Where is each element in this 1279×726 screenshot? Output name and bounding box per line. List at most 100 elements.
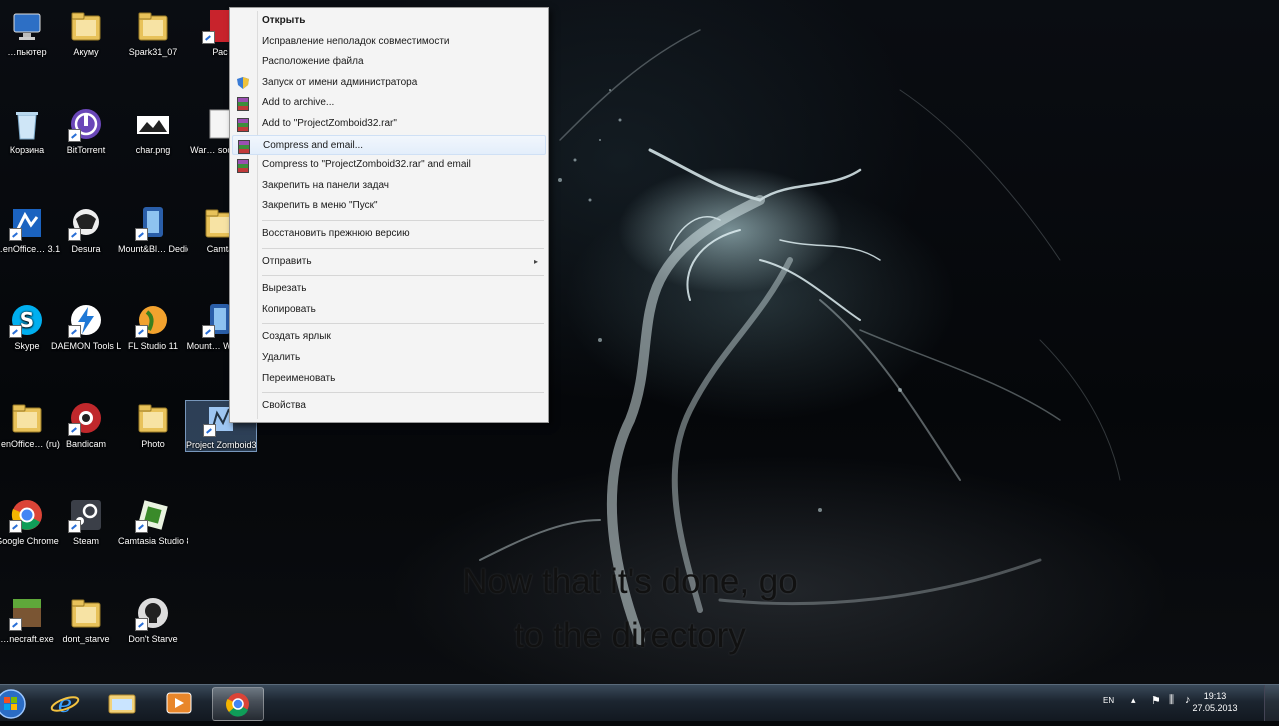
- desktop-icon-steam[interactable]: Steam: [51, 497, 121, 547]
- menu-item-1[interactable]: Исправление неполадок совместимости: [232, 32, 546, 52]
- openoffice-icon: [9, 205, 45, 241]
- minecraft-icon: [9, 595, 45, 631]
- menu-item-label: Add to archive...: [262, 97, 335, 109]
- winrar-icon: [237, 159, 249, 174]
- folder-icon: [135, 8, 171, 44]
- menu-item-11[interactable]: Отправить ▸: [232, 252, 546, 272]
- menu-item-label: Add to "ProjectZomboid32.rar": [262, 118, 397, 129]
- steam-icon: [68, 497, 104, 533]
- menu-item-label: Вырезать: [262, 283, 307, 295]
- taskbar-explorer[interactable]: [97, 687, 147, 719]
- menu-item-14[interactable]: Создать ярлык: [232, 327, 546, 347]
- menu-item-label: Переименовать: [262, 372, 336, 384]
- menu-item-15[interactable]: Удалить: [232, 348, 546, 368]
- shortcut-arrow-icon: [68, 129, 81, 142]
- shortcut-arrow-icon: [135, 228, 148, 241]
- menu-item-label: Исправление неполадок совместимости: [262, 35, 450, 47]
- desktop-icon-spark[interactable]: Spark31_07: [118, 8, 188, 58]
- camtasia-icon: [135, 497, 171, 533]
- bittorrent-icon: [68, 106, 104, 142]
- winrar-icon: [237, 97, 249, 112]
- winrar-icon: [238, 139, 250, 154]
- menu-item-label: Отправить: [262, 255, 312, 267]
- menu-item-13[interactable]: Копировать: [232, 300, 546, 320]
- desktop[interactable]: …пьютер Акуму Spark31_07 Рас Корзина BitTorre…: [0, 0, 1279, 684]
- bandicam-icon: [68, 400, 104, 436]
- desktop-icon-daemon[interactable]: DAEMON Tools Lite: [51, 302, 121, 352]
- menu-separator: [262, 220, 544, 221]
- menu-item-3[interactable]: Запуск от имени администратора: [232, 73, 546, 93]
- folder-icon: [68, 8, 104, 44]
- chrome-icon: [9, 497, 45, 533]
- chrome-icon: [226, 693, 249, 717]
- shortcut-arrow-icon: [203, 424, 216, 437]
- desktop-icon-desura[interactable]: Desura: [51, 205, 121, 255]
- clock-time: 19:13: [1203, 691, 1227, 701]
- shortcut-arrow-icon: [135, 618, 148, 631]
- menu-item-16[interactable]: Переименовать: [232, 369, 546, 389]
- desktop-icon-bandicam[interactable]: Bandicam: [51, 400, 121, 450]
- menu-item-6[interactable]: Compress and email...: [232, 134, 546, 155]
- desktop-icon-dontstarve[interactable]: Don't Starve: [118, 595, 188, 645]
- mountblade-icon: [135, 205, 171, 241]
- menu-separator: [262, 323, 544, 325]
- svg-text:e: e: [58, 690, 72, 718]
- menu-item-9[interactable]: Закрепить в меню "Пуск": [232, 196, 546, 216]
- flag-icon[interactable]: ⚑: [1151, 694, 1161, 707]
- shortcut-arrow-icon: [135, 520, 148, 533]
- desktop-icon-label: dont_starve: [62, 634, 110, 644]
- shortcut-arrow-icon: [202, 31, 215, 44]
- internet-explorer-icon: e: [50, 690, 80, 718]
- menu-item-17[interactable]: Свойства: [232, 396, 546, 416]
- desktop-icon-label: Steam: [72, 536, 99, 546]
- desktop-icon-label: Spark31_07: [128, 47, 178, 57]
- show-hidden-icons-icon[interactable]: ▴: [1131, 695, 1136, 706]
- menu-item-label: Закрепить в меню "Пуск": [262, 200, 378, 212]
- desktop-icon-label: DAEMON Tools Lite: [51, 341, 121, 351]
- menu-item-0[interactable]: Открыть: [232, 11, 546, 31]
- fl-studio-icon: [135, 302, 171, 338]
- desura-icon: [68, 205, 104, 241]
- menu-item-10[interactable]: Восстановить прежнюю версию: [232, 224, 546, 244]
- menu-item-12[interactable]: Вырезать: [232, 279, 546, 299]
- desktop-icon-charpng[interactable]: char.png: [118, 106, 188, 156]
- desktop-icon-label: FL Studio 11: [127, 341, 179, 351]
- menu-item-label: Восстановить прежнюю версию: [262, 228, 410, 239]
- network-icon[interactable]: ⫼: [1169, 694, 1174, 707]
- desktop-icon-akkum[interactable]: Акуму: [51, 8, 121, 58]
- desktop-icon-label: Photo: [141, 439, 165, 449]
- menu-item-4[interactable]: Add to archive...: [232, 93, 546, 113]
- desktop-icon-dontstarvefolder[interactable]: dont_starve: [51, 595, 121, 645]
- shortcut-arrow-icon: [68, 325, 81, 338]
- desktop-icon-mountblade[interactable]: Mount&Bl… Dedicated …: [118, 205, 188, 255]
- language-indicator[interactable]: EN: [1103, 696, 1114, 705]
- windows-start-icon: [0, 689, 26, 719]
- shortcut-arrow-icon: [68, 228, 81, 241]
- menu-item-2[interactable]: Расположение файла: [232, 52, 546, 72]
- shortcut-arrow-icon: [9, 228, 22, 241]
- menu-item-label: Удалить: [262, 352, 301, 363]
- taskbar-chrome[interactable]: [212, 687, 264, 721]
- menu-item-8[interactable]: Закрепить на панели задач: [232, 176, 546, 196]
- desktop-icon-camtasia[interactable]: Camtasia Studio 8: [118, 497, 188, 547]
- clock[interactable]: 19:13 27.05.2013: [1185, 690, 1245, 714]
- desktop-icon-label: BitTorrent: [66, 145, 106, 155]
- menu-item-7[interactable]: Compress to "ProjectZomboid32.rar" and e…: [232, 155, 546, 175]
- skype-icon: S: [9, 302, 45, 338]
- desktop-icon-photo[interactable]: Photo: [118, 400, 188, 450]
- taskbar-media-player[interactable]: [154, 687, 204, 719]
- menu-item-label: Копировать: [262, 303, 316, 315]
- desktop-icon-bittorrent[interactable]: BitTorrent: [51, 106, 121, 156]
- desktop-icon-label: Camtasia Studio 8: [118, 536, 188, 546]
- desktop-icon-flstudio[interactable]: FL Studio 11: [118, 302, 188, 352]
- desktop-icon-label: Project Zomboid32: [186, 440, 256, 450]
- menu-separator: [262, 275, 544, 277]
- menu-item-label: Свойства: [262, 400, 306, 412]
- show-desktop-button[interactable]: [1264, 685, 1279, 721]
- menu-separator: [262, 392, 544, 394]
- taskbar-internet-explorer[interactable]: e: [40, 687, 90, 719]
- menu-item-5[interactable]: Add to "ProjectZomboid32.rar": [232, 114, 546, 134]
- folder-icon: [135, 400, 171, 436]
- start-button[interactable]: [0, 687, 34, 719]
- recycle-bin-icon: [9, 106, 45, 142]
